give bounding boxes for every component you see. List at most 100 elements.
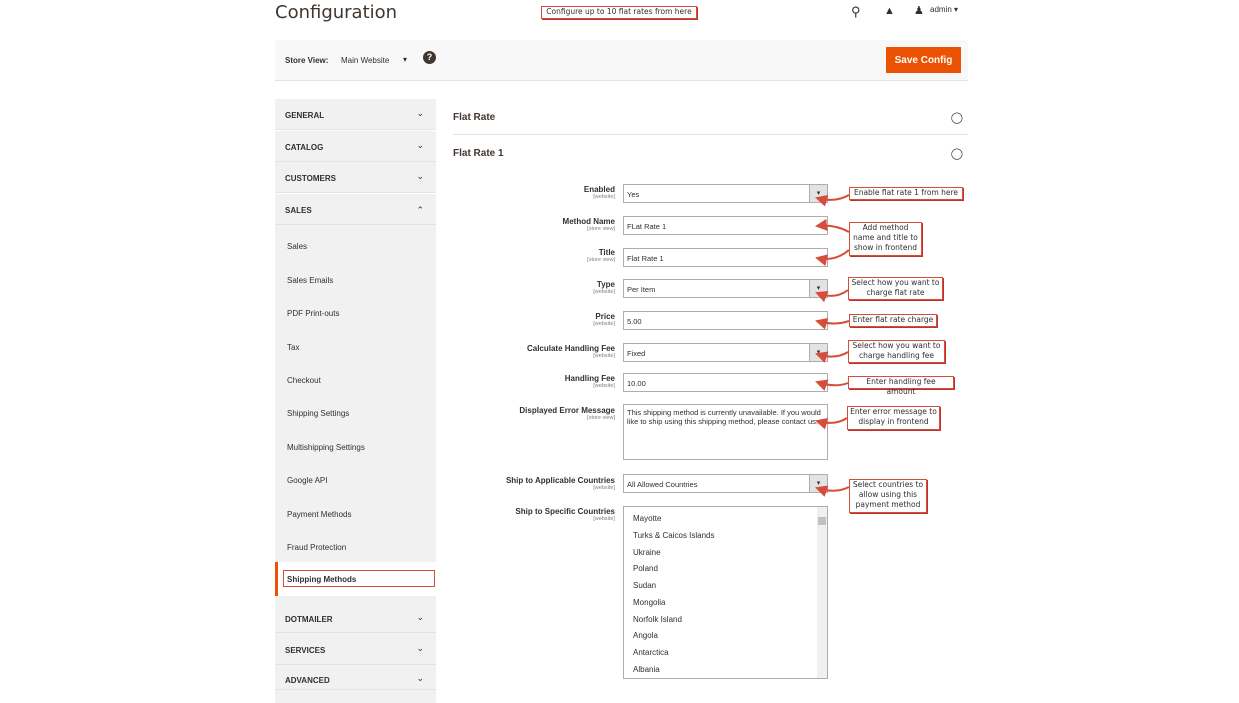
field-label-handling-fee: Handling Fee [website] (445, 374, 615, 389)
annotation-price: Enter flat rate charge (849, 314, 937, 327)
enabled-select[interactable]: Yes ▾ (623, 184, 828, 203)
applicable-countries-select[interactable]: All Allowed Countries ▾ (623, 474, 828, 493)
list-item[interactable]: Mayotte (633, 514, 661, 523)
sidebar-item-sales[interactable]: Sales (275, 230, 436, 263)
list-item[interactable]: Sudan (633, 581, 656, 590)
tab-services[interactable]: SERVICES ⌄ (275, 634, 436, 665)
annotation-handling-type: Select how you want to charge handling f… (848, 340, 945, 363)
listbox-scrollbar[interactable] (817, 507, 827, 678)
tab-dotmailer[interactable]: DOTMAILER ⌄ (275, 604, 436, 633)
collapse-toggle-icon[interactable]: ◯ (951, 111, 963, 124)
field-label-enabled: Enabled [website] (445, 185, 615, 200)
scope-text: [store view] (587, 415, 615, 421)
label-text: Method Name (562, 217, 615, 226)
label-text: Ship to Specific Countries (515, 507, 615, 516)
list-item[interactable]: Ukraine (633, 548, 661, 557)
field-label-title: Title [store view] (445, 248, 615, 263)
annotation-top: Configure up to 10 flat rates from here (541, 6, 697, 19)
select-value: Yes (627, 190, 640, 199)
scope-text: [website] (593, 485, 615, 491)
scrollbar-thumb[interactable] (818, 517, 826, 525)
label-text: Handling Fee (564, 374, 615, 383)
list-item[interactable]: Antarctica (633, 648, 669, 657)
annotation-arrows (815, 194, 850, 497)
chevron-down-icon: ⌄ (416, 108, 424, 118)
scope-text: [website] (593, 289, 615, 295)
search-icon[interactable]: ⚲ (851, 4, 861, 20)
chevron-down-icon: ⌄ (416, 643, 424, 653)
chevron-down-icon[interactable]: ▾ (403, 55, 407, 64)
group-title-flat-rate-1[interactable]: Flat Rate 1 (453, 148, 504, 159)
list-item[interactable]: Poland (633, 564, 658, 573)
tab-catalog[interactable]: CATALOG ⌄ (275, 131, 436, 162)
sidebar-item-sales-emails[interactable]: Sales Emails (275, 264, 436, 297)
title-input[interactable]: Flat Rate 1 (623, 248, 828, 267)
user-icon[interactable]: ♟ (914, 4, 924, 17)
error-message-textarea[interactable]: This shipping method is currently unavai… (623, 404, 828, 460)
field-label-error-message: Displayed Error Message [store view] (445, 406, 615, 421)
scope-text: [website] (593, 353, 615, 359)
label-text: Calculate Handling Fee (526, 344, 615, 353)
tab-customers[interactable]: CUSTOMERS ⌄ (275, 162, 436, 193)
store-view-switcher[interactable]: Main Website (341, 56, 389, 65)
field-label-price: Price [website] (445, 312, 615, 327)
sidebar-item-pdf-printouts[interactable]: PDF Print-outs (275, 297, 436, 330)
sidebar-item-shipping-settings[interactable]: Shipping Settings (275, 397, 436, 430)
select-value: Fixed (627, 349, 646, 358)
tab-label: ADVANCED (285, 676, 330, 685)
chevron-down-icon: ▾ (809, 475, 827, 492)
tab-label: SALES (285, 206, 312, 215)
chevron-down-icon: ▾ (809, 344, 827, 361)
sidebar-item-fraud-protection[interactable]: Fraud Protection (275, 531, 436, 564)
help-icon[interactable]: ? (423, 51, 436, 64)
annotation-error-message: Enter error message to display in fronte… (847, 406, 940, 430)
sidebar-item-multishipping-settings[interactable]: Multishipping Settings (275, 431, 436, 464)
scope-text: [store view] (587, 226, 615, 232)
store-view-bar: Store View: Main Website ▾ ? Save Config (275, 40, 968, 81)
expand-toggle-icon[interactable]: ◯ (951, 147, 963, 160)
label-text: Ship to Applicable Countries (505, 476, 615, 485)
tab-advanced[interactable]: ADVANCED ⌄ (275, 666, 436, 690)
label-text: Enabled (583, 185, 615, 194)
tab-sales[interactable]: SALES ⌃ (275, 194, 436, 225)
admin-menu[interactable]: admin ▾ (930, 5, 958, 14)
notifications-bell-icon[interactable]: ▲ (884, 5, 895, 17)
tab-general[interactable]: GENERAL ⌄ (275, 99, 436, 130)
list-item[interactable]: Albania (633, 665, 660, 674)
chevron-down-icon: ⌄ (416, 140, 424, 150)
annotation-method-name: Add method name and title to show in fro… (849, 222, 922, 256)
tab-label: SERVICES (285, 646, 326, 655)
method-name-input[interactable]: FLat Rate 1 (623, 216, 828, 235)
list-item[interactable]: Norfolk Island (633, 615, 682, 624)
annotation-countries: Select countries to allow using this pay… (849, 479, 927, 513)
sidebar-item-tax[interactable]: Tax (275, 331, 436, 364)
label-text: Displayed Error Message (519, 406, 615, 415)
label-text: Type (596, 280, 615, 289)
scope-text: [website] (593, 383, 615, 389)
list-item[interactable]: Mongolia (633, 598, 665, 607)
chevron-down-icon: ▾ (809, 280, 827, 297)
section-title-flat-rate[interactable]: Flat Rate (453, 112, 495, 123)
chevron-down-icon: ▾ (809, 185, 827, 202)
list-item[interactable]: Turks & Caicos Islands (633, 531, 715, 540)
annotation-handling-fee: Enter handling fee amount (848, 376, 954, 396)
save-config-button[interactable]: Save Config (886, 47, 961, 73)
scope-text: [website] (593, 321, 615, 327)
specific-countries-multiselect[interactable]: Mayotte Turks & Caicos Islands Ukraine P… (623, 506, 828, 679)
store-view-label: Store View: (285, 56, 329, 65)
sidebar-item-checkout[interactable]: Checkout (275, 364, 436, 397)
chevron-down-icon: ⌄ (416, 673, 424, 683)
page-title: Configuration (275, 2, 398, 23)
handling-fee-input[interactable]: 10.00 (623, 373, 828, 392)
list-item[interactable]: Angola (633, 631, 658, 640)
sidebar-item-google-api[interactable]: Google API (275, 464, 436, 497)
scope-text: [website] (593, 194, 615, 200)
sidebar-item-payment-methods[interactable]: Payment Methods (275, 498, 436, 531)
chevron-up-icon: ⌃ (416, 205, 424, 215)
type-select[interactable]: Per Item ▾ (623, 279, 828, 298)
divider (453, 134, 968, 135)
scope-text: [website] (593, 516, 615, 522)
handling-fee-type-select[interactable]: Fixed ▾ (623, 343, 828, 362)
select-value: Per Item (627, 285, 656, 294)
price-input[interactable]: 5.00 (623, 311, 828, 330)
